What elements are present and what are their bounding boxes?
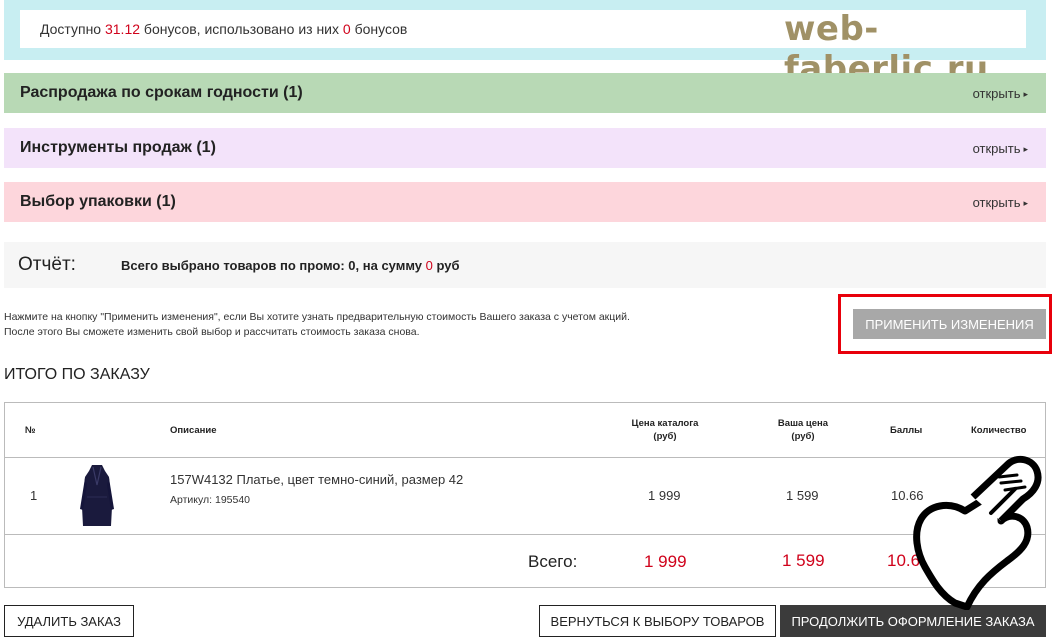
header-points: Баллы: [890, 425, 923, 436]
pointing-hand-icon: [913, 455, 1042, 610]
bonus-available: 31.12: [104, 21, 141, 37]
header-quantity: Количество: [971, 425, 1027, 436]
table-row: 1 157W4132 Платье, цвет темно-синий, раз…: [5, 458, 1045, 535]
bonus-middle: бонусов, использовано из них: [143, 21, 340, 37]
section-sales-tools[interactable]: Инструменты продаж (1) открыть ▸: [4, 128, 1046, 168]
chevron-right-icon: ▸: [1023, 197, 1028, 208]
table-total-row: Всего: 1 999 1 599 10.66 1: [5, 535, 1045, 587]
total-label: Всего:: [528, 552, 578, 571]
open-link[interactable]: открыть ▸: [973, 195, 1028, 210]
product-title[interactable]: 157W4132 Платье, цвет темно-синий, разме…: [170, 472, 463, 487]
report-text: Всего выбрано товаров по промо: 0, на су…: [121, 257, 460, 273]
back-to-products-button[interactable]: ВЕРНУТЬСЯ К ВЫБОРУ ТОВАРОВ: [539, 605, 776, 637]
note-line-1: Нажмите на кнопку "Применить изменения",…: [4, 311, 630, 323]
section-title: Инструменты продаж (1): [20, 139, 216, 156]
section-title: Выбор упаковки (1): [20, 193, 176, 210]
report-label: Отчёт:: [18, 254, 76, 275]
open-link[interactable]: открыть ▸: [973, 86, 1028, 101]
header-num: №: [25, 425, 36, 436]
total-catalog-price: 1 999: [644, 552, 687, 571]
chevron-right-icon: ▸: [1023, 88, 1028, 99]
row-your-price: 1 599: [786, 488, 819, 503]
order-total-heading: ИТОГО ПО ЗАКАЗУ: [4, 366, 150, 383]
chevron-right-icon: ▸: [1023, 143, 1028, 154]
section-title: Распродажа по срокам годности (1): [20, 84, 303, 101]
bonus-suffix: бонусов: [354, 21, 408, 37]
delete-order-button[interactable]: УДАЛИТЬ ЗАКАЗ: [4, 605, 134, 637]
bonus-used: 0: [342, 21, 351, 37]
apply-changes-button[interactable]: ПРИМЕНИТЬ ИЗМЕНЕНИЯ: [853, 309, 1046, 339]
header-your-price: Ваша цена (руб): [777, 418, 829, 442]
row-catalog-price: 1 999: [648, 488, 681, 503]
bonus-prefix: Доступно: [40, 21, 102, 37]
header-description: Описание: [170, 425, 217, 436]
table-header: № Описание Цена каталога (руб) Ваша цена…: [5, 403, 1045, 458]
header-catalog-price: Цена каталога (руб): [631, 418, 699, 442]
dress-product-image[interactable]: [79, 463, 115, 529]
order-table: № Описание Цена каталога (руб) Ваша цена…: [4, 402, 1046, 588]
promo-report: Отчёт: Всего выбрано товаров по промо: 0…: [4, 242, 1046, 288]
section-expiry-sale[interactable]: Распродажа по срокам годности (1) открыт…: [4, 73, 1046, 113]
note-line-2: После этого Вы сможете изменить свой выб…: [4, 326, 420, 338]
open-link[interactable]: открыть ▸: [973, 141, 1028, 156]
row-num: 1: [30, 488, 38, 503]
apply-note: Нажмите на кнопку "Применить изменения",…: [4, 310, 630, 340]
section-packaging[interactable]: Выбор упаковки (1) открыть ▸: [4, 182, 1046, 222]
product-article: Артикул: 195540: [170, 494, 251, 506]
report-sum: 0: [425, 257, 433, 273]
total-your-price: 1 599: [782, 551, 825, 570]
